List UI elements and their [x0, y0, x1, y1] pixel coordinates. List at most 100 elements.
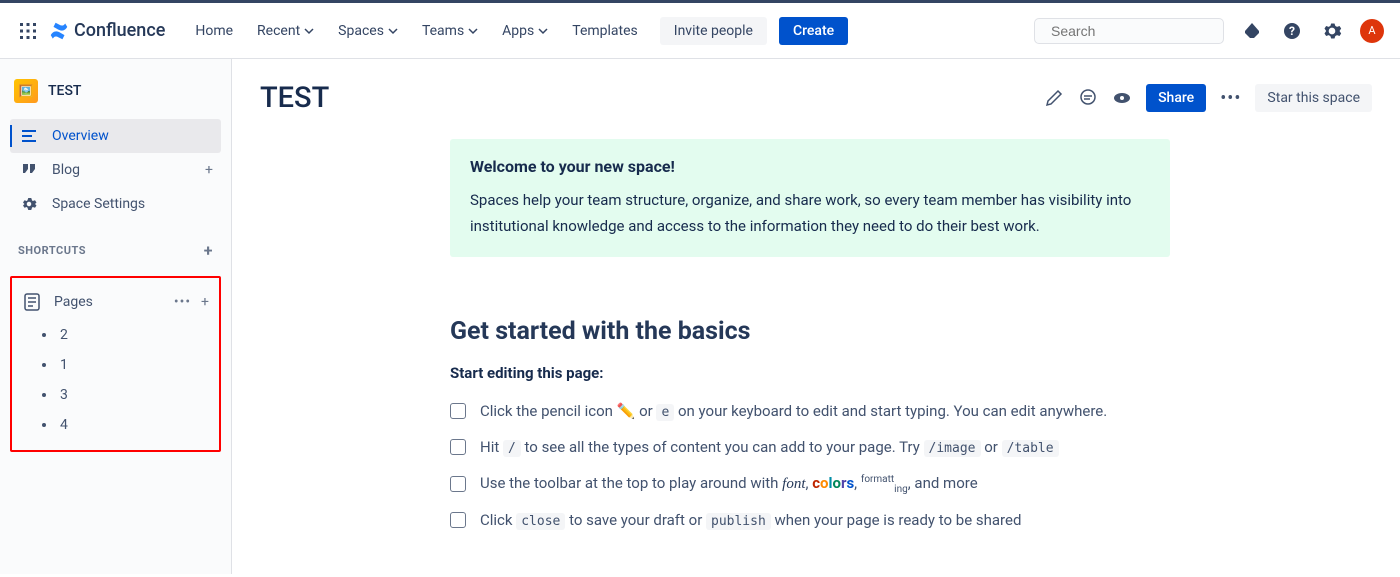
settings-icon[interactable]: [1320, 19, 1344, 43]
sidebar-overview[interactable]: Overview: [10, 119, 221, 153]
nav-teams[interactable]: Teams: [412, 17, 488, 45]
add-page-icon[interactable]: +: [201, 294, 209, 310]
page-actions: Share ••• Star this space: [1044, 84, 1372, 112]
text: ,: [854, 474, 861, 492]
page-body: Welcome to your new space! Spaces help y…: [450, 139, 1170, 529]
app-switcher-icon[interactable]: [16, 19, 40, 43]
search-field[interactable]: [1034, 18, 1224, 44]
text: Click: [480, 511, 516, 529]
more-actions-icon[interactable]: •••: [1220, 88, 1241, 109]
text: or: [635, 402, 656, 420]
nav-recent[interactable]: Recent: [247, 17, 324, 45]
nav-apps-label: Apps: [502, 23, 534, 39]
checkbox[interactable]: [450, 476, 466, 492]
kbd-slash: /: [503, 440, 521, 457]
space-header[interactable]: 🖼️ TEST: [10, 71, 221, 119]
checkbox[interactable]: [450, 439, 466, 455]
page-title: TEST: [260, 81, 329, 115]
pages-icon: [22, 292, 42, 312]
check-row-edit: Click the pencil icon ✏️ or e on your ke…: [450, 402, 1170, 420]
nav-spaces-label: Spaces: [338, 23, 384, 39]
add-shortcut-icon[interactable]: +: [204, 241, 213, 260]
space-name: TEST: [48, 83, 81, 99]
nav-templates[interactable]: Templates: [562, 17, 648, 45]
page-tree-item[interactable]: 2: [16, 320, 215, 350]
kbd-publish: publish: [706, 513, 771, 530]
header-icons: ? A: [1240, 19, 1384, 43]
kbd-table: /table: [1002, 440, 1059, 457]
watch-icon[interactable]: [1112, 88, 1132, 108]
star-space-button[interactable]: Star this space: [1255, 84, 1372, 112]
share-button[interactable]: Share: [1146, 84, 1206, 112]
kbd-close: close: [516, 513, 565, 530]
gear-icon: [20, 195, 38, 213]
bullet-icon: [42, 333, 46, 337]
colors-sample: colors: [812, 474, 854, 492]
nav-teams-label: Teams: [422, 23, 464, 39]
sidebar-pages[interactable]: Pages ••• +: [16, 284, 215, 320]
pages-more-icon[interactable]: •••: [174, 294, 191, 310]
text: , and more: [908, 474, 978, 492]
sidebar-blog[interactable]: Blog +: [10, 153, 221, 187]
page-tree-label: 2: [60, 327, 68, 343]
checkbox[interactable]: [450, 403, 466, 419]
sidebar-space-settings-label: Space Settings: [52, 196, 145, 212]
global-header: Confluence Home Recent Spaces Teams Apps…: [0, 3, 1400, 59]
nav-templates-label: Templates: [572, 23, 638, 39]
confluence-logo[interactable]: Confluence: [48, 20, 165, 42]
main-content: TEST Share ••• Star this space Welcome t…: [232, 59, 1400, 574]
check-row-toolbar: Use the toolbar at the top to play aroun…: [450, 474, 1170, 493]
welcome-panel-body: Spaces help your team structure, organiz…: [470, 188, 1150, 239]
nav-recent-label: Recent: [257, 23, 300, 39]
bullet-icon: [42, 363, 46, 367]
chevron-down-icon: [304, 26, 314, 36]
overview-icon: [20, 127, 38, 145]
invite-people-button[interactable]: Invite people: [660, 17, 767, 45]
page-tree-label: 4: [60, 417, 68, 433]
kbd-image: /image: [924, 440, 981, 457]
quote-icon: [20, 161, 38, 179]
check-row-slash: Hit / to see all the types of content yo…: [450, 438, 1170, 456]
page-tree-item[interactable]: 3: [16, 380, 215, 410]
text: or: [981, 438, 1002, 456]
formatting-sample: formatting: [861, 474, 908, 492]
pencil-icon: ✏️: [617, 402, 636, 420]
help-icon[interactable]: ?: [1280, 19, 1304, 43]
space-icon: 🖼️: [14, 79, 38, 103]
sidebar-space-settings[interactable]: Space Settings: [10, 187, 221, 221]
notifications-icon[interactable]: [1240, 19, 1264, 43]
welcome-panel-title: Welcome to your new space!: [470, 157, 1150, 176]
profile-avatar[interactable]: A: [1360, 19, 1384, 43]
page-tree-label: 3: [60, 387, 68, 403]
create-button[interactable]: Create: [779, 17, 848, 45]
chevron-down-icon: [388, 26, 398, 36]
text: Use the toolbar at the top to play aroun…: [480, 474, 782, 492]
welcome-panel: Welcome to your new space! Spaces help y…: [450, 139, 1170, 257]
space-sidebar: 🖼️ TEST Overview Blog + Space Settings S…: [0, 59, 232, 574]
nav-apps[interactable]: Apps: [492, 17, 558, 45]
shortcuts-section-label: SHORTCUTS +: [10, 221, 221, 268]
sidebar-pages-label: Pages: [54, 294, 93, 310]
bullet-icon: [42, 393, 46, 397]
page-tree-item[interactable]: 1: [16, 350, 215, 380]
comment-icon[interactable]: [1078, 88, 1098, 108]
page-tree-item[interactable]: 4: [16, 410, 215, 440]
check-row-close: Click close to save your draft or publis…: [450, 511, 1170, 529]
text: when your page is ready to be shared: [771, 511, 1022, 529]
bullet-icon: [42, 423, 46, 427]
search-input[interactable]: [1051, 23, 1232, 39]
text: to see all the types of content you can …: [521, 438, 924, 456]
product-name: Confluence: [74, 20, 165, 41]
nav-home[interactable]: Home: [185, 17, 243, 45]
chevron-down-icon: [468, 26, 478, 36]
kbd-e: e: [656, 404, 674, 421]
nav-spaces[interactable]: Spaces: [328, 17, 408, 45]
primary-nav: Home Recent Spaces Teams Apps Templates: [185, 17, 647, 45]
add-blog-icon[interactable]: +: [205, 162, 213, 178]
page-tree-label: 1: [60, 357, 68, 373]
checkbox[interactable]: [450, 512, 466, 528]
text: to save your draft or: [565, 511, 706, 529]
text: Hit: [480, 438, 503, 456]
edit-icon[interactable]: [1044, 88, 1064, 108]
page-header: TEST Share ••• Star this space: [260, 81, 1372, 115]
